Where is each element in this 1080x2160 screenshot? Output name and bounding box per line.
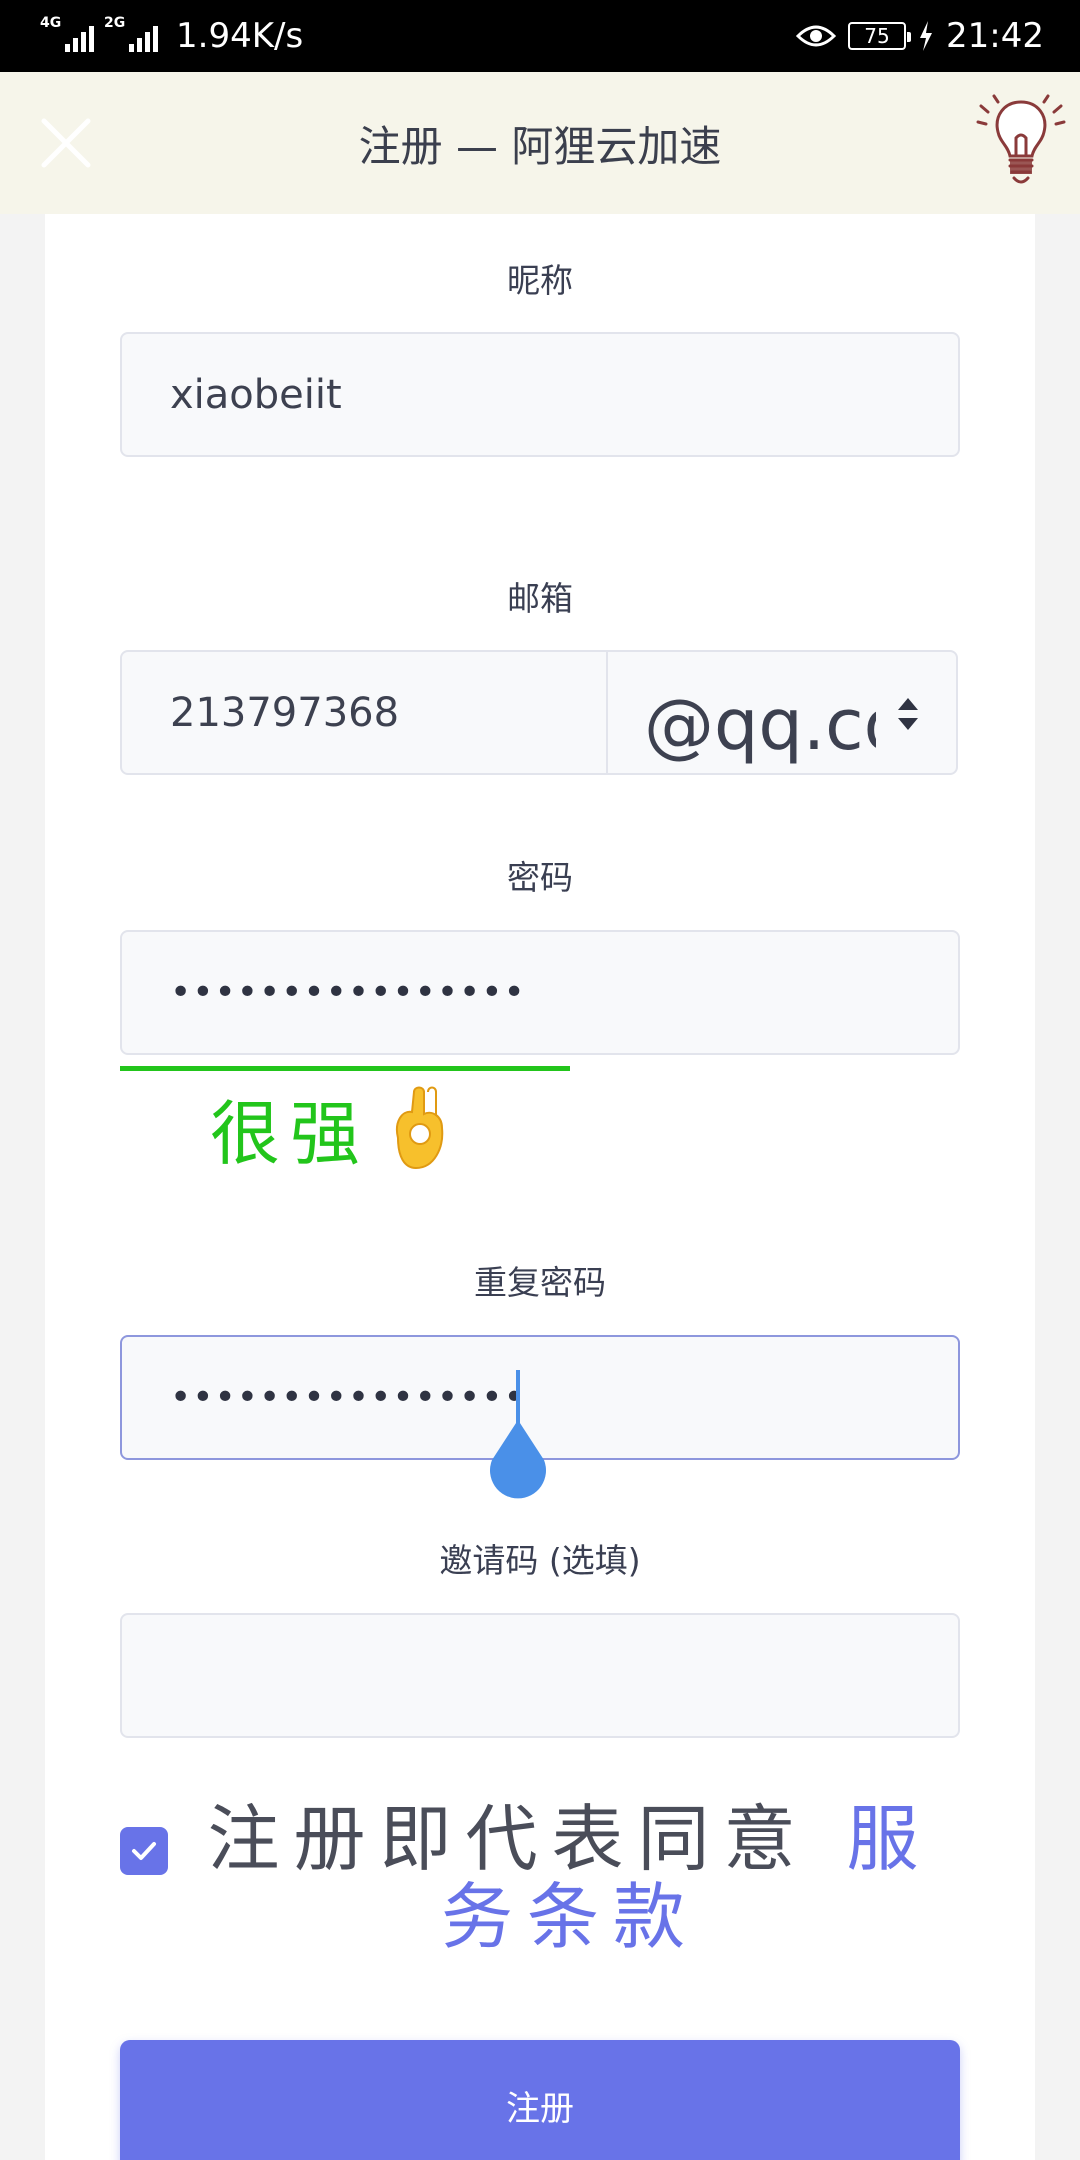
page-title: 注册 — 阿狸云加速 [358,121,722,171]
lightbulb-icon[interactable] [976,94,1066,190]
password-strength-label: 很强 [210,1093,370,1175]
clock: 21:42 [946,16,1044,56]
select-arrows-icon [898,698,918,730]
password-strength-indicator: 很强 [210,1078,454,1179]
signal-2g-icon: 2G [104,16,158,56]
agreement-label: 注册即代表同意 [207,1797,810,1881]
password-input[interactable]: •••••••••••••••• [120,930,960,1055]
password-value: •••••••••••••••• [170,972,526,1013]
signal-4g-icon: 4G [40,16,94,56]
status-bar: 4G 2G 1.94K/s 75 21:42 [0,0,1080,72]
app-header: 注册 — 阿狸云加速 [0,72,1080,214]
email-domain-value: @qq.com [644,684,876,766]
network-type-2: 2G [104,15,126,31]
ok-hand-icon [396,1086,444,1169]
battery-icon: 75 [848,22,912,50]
email-group: 213797368 @qq.com [120,650,958,775]
email-label: 邮箱 [507,579,573,618]
invite-code-input[interactable] [120,1613,960,1738]
eye-icon [796,25,837,47]
nickname-input[interactable]: xiaobeiit [120,332,960,457]
charging-icon [920,21,933,51]
checkmark-icon [132,1842,156,1860]
email-user-value: 213797368 [170,689,400,736]
register-button[interactable]: 注册 [120,2040,960,2160]
invite-code-label: 邀请码 (选填) [439,1541,641,1580]
nickname-label: 昵称 [507,261,573,300]
password-label: 密码 [507,858,573,897]
cursor-handle-icon[interactable] [486,1420,550,1500]
agreement-text: 注册即代表同意 服务条款 [180,1800,960,1956]
repeat-password-value: •••••••••••••••• [170,1377,526,1418]
password-strength-bar [120,1066,570,1071]
email-user-input[interactable]: 213797368 [122,652,608,773]
network-type-1: 4G [40,15,62,31]
network-speed: 1.94K/s [176,16,304,56]
email-domain-select[interactable]: @qq.com [608,652,956,773]
repeat-password-label: 重复密码 [474,1263,606,1302]
agree-checkbox[interactable] [120,1827,168,1875]
nickname-value: xiaobeiit [170,371,342,418]
battery-level: 75 [864,24,890,48]
